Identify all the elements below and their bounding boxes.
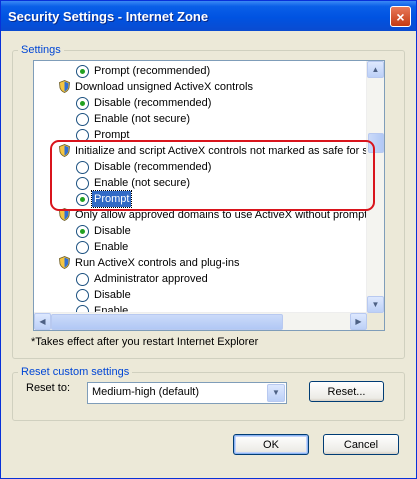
radio-unchecked-icon[interactable]: [76, 273, 89, 286]
ok-button[interactable]: OK: [233, 434, 309, 455]
setting-option[interactable]: Disable (recommended): [34, 95, 367, 111]
reset-to-label: Reset to:: [26, 382, 71, 394]
scroll-corner: [367, 313, 384, 330]
setting-option-label[interactable]: Prompt (recommended): [94, 63, 210, 79]
settings-legend: Settings: [21, 44, 61, 56]
title-bar[interactable]: Security Settings - Internet Zone ×: [1, 1, 416, 31]
radio-checked-icon[interactable]: [76, 97, 89, 110]
highlight-annotation: [50, 140, 375, 211]
horizontal-scrollbar[interactable]: ◀ ▶: [34, 312, 367, 330]
setting-header: Download unsigned ActiveX controls: [34, 79, 367, 95]
radio-unchecked-icon[interactable]: [76, 241, 89, 254]
cancel-button[interactable]: Cancel: [323, 434, 399, 455]
radio-unchecked-icon[interactable]: [76, 289, 89, 302]
chevron-down-icon[interactable]: ▼: [267, 384, 285, 402]
scroll-down-button[interactable]: ▼: [367, 296, 384, 313]
setting-option[interactable]: Enable (not secure): [34, 111, 367, 127]
shield-icon: [59, 80, 70, 93]
setting-option-label[interactable]: Enable: [94, 239, 128, 255]
restart-note: *Takes effect after you restart Internet…: [31, 336, 259, 348]
setting-option-label[interactable]: Administrator approved: [94, 271, 208, 287]
close-button[interactable]: ×: [390, 6, 411, 27]
setting-option-label[interactable]: Disable: [94, 223, 131, 239]
radio-checked-icon[interactable]: [76, 225, 89, 238]
setting-option-label[interactable]: Enable (not secure): [94, 111, 190, 127]
reset-legend: Reset custom settings: [21, 366, 130, 378]
reset-level-select[interactable]: Medium-high (default) ▼: [87, 382, 287, 404]
setting-option-label[interactable]: Disable (recommended): [94, 95, 211, 111]
reset-button[interactable]: Reset...: [309, 381, 384, 402]
setting-option[interactable]: Prompt (recommended): [34, 63, 367, 79]
setting-header-label: Run ActiveX controls and plug-ins: [75, 257, 240, 269]
scroll-right-button[interactable]: ▶: [350, 313, 367, 330]
reset-level-value: Medium-high (default): [92, 386, 199, 398]
scroll-up-button[interactable]: ▲: [367, 61, 384, 78]
setting-option[interactable]: Enable: [34, 239, 367, 255]
scroll-left-button[interactable]: ◀: [34, 313, 51, 330]
security-settings-dialog: Security Settings - Internet Zone × Sett…: [0, 0, 417, 479]
setting-header: Run ActiveX controls and plug-ins: [34, 255, 367, 271]
horizontal-scroll-thumb[interactable]: [51, 314, 283, 330]
setting-option[interactable]: Administrator approved: [34, 271, 367, 287]
setting-option[interactable]: Disable: [34, 223, 367, 239]
setting-option[interactable]: Disable: [34, 287, 367, 303]
window-title: Security Settings - Internet Zone: [8, 9, 209, 24]
setting-header-label: Download unsigned ActiveX controls: [75, 81, 253, 93]
radio-checked-icon[interactable]: [76, 65, 89, 78]
radio-unchecked-icon[interactable]: [76, 113, 89, 126]
setting-option-label[interactable]: Disable: [94, 287, 131, 303]
shield-icon: [59, 256, 70, 269]
